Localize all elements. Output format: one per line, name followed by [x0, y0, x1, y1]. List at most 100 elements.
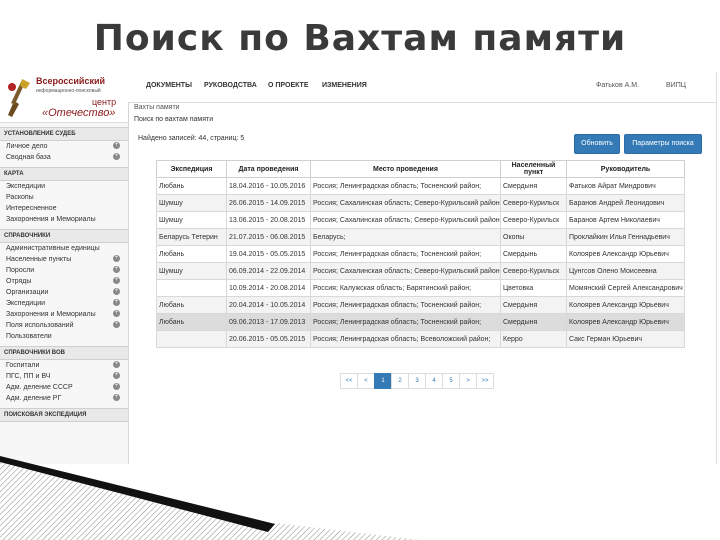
refresh-button[interactable]: Обновить [574, 134, 620, 154]
page-button[interactable]: 1 [374, 373, 392, 389]
page-button[interactable]: < [357, 373, 375, 389]
sidebar-item[interactable]: Экспедиции + [0, 298, 128, 309]
logo-line-4: «Отечество» [42, 107, 116, 119]
cell-locality[interactable]: Смердынь [500, 245, 567, 263]
sidebar-item[interactable]: Отряды + [0, 276, 128, 287]
plus-icon[interactable]: + [113, 288, 120, 295]
page-button[interactable]: 2 [391, 373, 409, 389]
sidebar-item[interactable]: Экспедиции [0, 181, 128, 192]
sidebar-item[interactable]: Административные единицы [0, 243, 128, 254]
sidebar-item[interactable]: Захоронения и Мемориалы + [0, 309, 128, 320]
cell-locality[interactable]: Смердыня [500, 296, 567, 314]
cell-locality[interactable]: Керро [500, 330, 567, 348]
org-name[interactable]: ВИПЦ [666, 82, 686, 89]
sidebar-item[interactable]: Поля использований + [0, 320, 128, 331]
cell-leader: Колоярев Александр Юрьевич [566, 245, 685, 263]
page-button[interactable]: 5 [442, 373, 460, 389]
sidebar-section-header: СПРАВОЧНИКИ ВОВ [0, 346, 128, 360]
cell-place: Россия; Сахалинская область; Северо-Кури… [310, 194, 501, 212]
sidebar-item[interactable]: Интересненное [0, 203, 128, 214]
sidebar-item[interactable]: Сводная база + [0, 152, 128, 163]
cell-locality[interactable]: Северо-Курильск [500, 211, 567, 229]
plus-icon[interactable]: + [113, 321, 120, 328]
cell-locality[interactable]: Северо-Курильск [500, 194, 567, 212]
sidebar-item[interactable]: Поросли + [0, 265, 128, 276]
cell-expedition[interactable] [156, 330, 227, 348]
plus-icon[interactable]: + [113, 266, 120, 273]
sidebar-item[interactable]: Адм. деление РГ + [0, 393, 128, 404]
sidebar-item[interactable]: Захоронения и Мемориалы [0, 214, 128, 225]
table-row[interactable]: Шумшу 13.06.2015 - 20.08.2015 Россия; Саха… [156, 211, 685, 229]
plus-icon[interactable]: + [113, 153, 120, 160]
table-row[interactable]: 20.06.2015 - 05.05.2015 Россия; Ленинград… [156, 330, 685, 348]
cell-expedition[interactable]: Любань [156, 313, 227, 331]
cell-expedition[interactable]: Шумшу [156, 262, 227, 280]
sidebar-section-header: КАРТА [0, 167, 128, 181]
search-params-button[interactable]: Параметры поиска [624, 134, 702, 154]
table-row[interactable]: Любань 19.04.2015 - 05.05.2015 Россия; Лен… [156, 245, 685, 263]
user-name[interactable]: Фатьков А.М. [596, 82, 639, 89]
plus-icon[interactable]: + [113, 310, 120, 317]
sidebar-item[interactable]: Личное дело + [0, 141, 128, 152]
page-button[interactable]: > [459, 373, 477, 389]
sidebar-section-header: ПОИСКОВАЯ ЭКСПЕДИЦИЯ [0, 408, 128, 422]
sidebar-item[interactable]: Госпитали + [0, 360, 128, 371]
table-row[interactable]: Любань 18.04.2016 - 10.05.2016 Россия; Лен… [156, 177, 685, 195]
cell-expedition[interactable] [156, 279, 227, 297]
page-button[interactable]: >> [476, 373, 494, 389]
page-button[interactable]: << [340, 373, 358, 389]
sidebar-item[interactable]: Населенные пункты + [0, 254, 128, 265]
col-header-expedition[interactable]: Экспедиция [156, 160, 227, 178]
sidebar-item-label: Пользователи [6, 333, 52, 340]
plus-icon[interactable]: + [113, 255, 120, 262]
top-nav: ДОКУМЕНТЫ РУКОВОДСТВА О ПРОЕКТЕ ИЗМЕНЕНИ… [128, 72, 716, 103]
table-row[interactable]: Шумшу 06.09.2014 - 22.09.2014 Россия; Саха… [156, 262, 685, 280]
table-row[interactable]: Любань 09.06.2013 - 17.09.2013 Россия; Лен… [156, 313, 685, 331]
sidebar-item[interactable]: Раскопы [0, 192, 128, 203]
sidebar-item[interactable]: ПГС, ПП и ВЧ + [0, 371, 128, 382]
nav-guides[interactable]: РУКОВОДСТВА [204, 82, 257, 89]
nav-changes[interactable]: ИЗМЕНЕНИЯ [322, 82, 367, 89]
cell-expedition[interactable]: Любань [156, 177, 227, 195]
nav-about[interactable]: О ПРОЕКТЕ [268, 82, 309, 89]
sidebar-item[interactable]: Организации + [0, 287, 128, 298]
logo[interactable]: Всероссийский информационно-поисковый це… [0, 72, 128, 123]
table-row[interactable]: Беларусь Тетерин 21.07.2015 - 06.08.2015 Б… [156, 228, 685, 246]
cell-expedition[interactable]: Шумшу [156, 211, 227, 229]
cell-expedition[interactable]: Беларусь Тетерин [156, 228, 227, 246]
table-header-row: Экспедиция Дата проведения Место проведе… [156, 160, 685, 178]
sidebar-item[interactable]: Адм. деление СССР + [0, 382, 128, 393]
page-button[interactable]: 3 [408, 373, 426, 389]
sidebar-item-label: ПГС, ПП и ВЧ [6, 373, 51, 380]
plus-icon[interactable]: + [113, 361, 120, 368]
table-row[interactable]: 10.09.2014 - 20.08.2014 Россия; Калужская… [156, 279, 685, 297]
cell-expedition[interactable]: Шумшу [156, 194, 227, 212]
cell-locality[interactable]: Смердыня [500, 313, 567, 331]
plus-icon[interactable]: + [113, 394, 120, 401]
col-header-leader[interactable]: Руководитель [566, 160, 685, 178]
plus-icon[interactable]: + [113, 299, 120, 306]
col-header-place[interactable]: Место проведения [310, 160, 501, 178]
breadcrumb[interactable]: Вахты памяти [134, 104, 180, 111]
nav-documents[interactable]: ДОКУМЕНТЫ [146, 82, 192, 89]
cell-locality[interactable]: Смердыня [500, 177, 567, 195]
plus-icon[interactable]: + [113, 383, 120, 390]
sidebar-item-label: Поросли [6, 267, 35, 274]
page-button[interactable]: 4 [425, 373, 443, 389]
sidebar: Всероссийский информационно-поисковый це… [0, 72, 129, 464]
cell-locality[interactable]: Цветовка [500, 279, 567, 297]
sidebar-item[interactable]: Пользователи [0, 331, 128, 342]
cell-expedition[interactable]: Любань [156, 296, 227, 314]
plus-icon[interactable]: + [113, 277, 120, 284]
table-row[interactable]: Шумшу 26.06.2015 - 14.09.2015 Россия; Саха… [156, 194, 685, 212]
cell-locality[interactable]: Окопы [500, 228, 567, 246]
plus-icon[interactable]: + [113, 142, 120, 149]
cell-locality[interactable]: Северо-Курильск [500, 262, 567, 280]
plus-icon[interactable]: + [113, 372, 120, 379]
table-row[interactable]: Любань 20.04.2014 - 10.05.2014 Россия; Лен… [156, 296, 685, 314]
col-header-date[interactable]: Дата проведения [226, 160, 311, 178]
cell-expedition[interactable]: Любань [156, 245, 227, 263]
sidebar-item-label: Поля использований [6, 322, 74, 329]
col-header-locality[interactable]: Населенный пункт [500, 160, 567, 178]
cell-date: 21.07.2015 - 06.08.2015 [226, 228, 311, 246]
